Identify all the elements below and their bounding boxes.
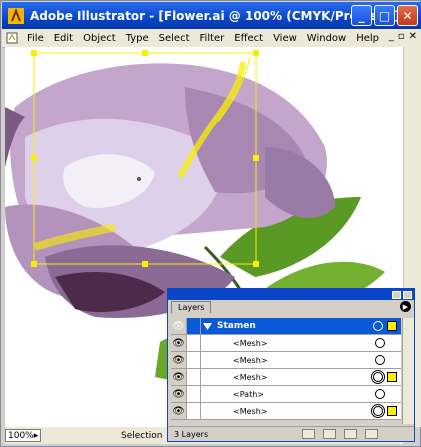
doc-minimize-button[interactable]: _ [389,31,394,42]
resize-handle[interactable] [253,155,259,161]
selection-indicator [387,406,397,416]
eye-icon[interactable]: 👁 [171,403,187,419]
menu-effect[interactable]: Effect [229,33,268,44]
status-bar: 100% ▸ Selection [2,427,162,444]
resize-handle[interactable] [31,155,37,161]
layer-name: <Mesh> [233,406,268,416]
layer-row[interactable]: 👁 <Mesh> [171,403,401,420]
zoom-field[interactable]: 100% ▸ [5,429,41,442]
new-sublayer-button[interactable] [323,429,336,439]
menu-file[interactable]: File [22,33,49,44]
menu-type[interactable]: Type [121,33,154,44]
eye-icon[interactable]: 👁 [171,318,187,334]
menu-select[interactable]: Select [154,33,195,44]
doc-close-button[interactable]: ✕ [409,31,417,42]
title-bar[interactable]: Adobe Illustrator - [Flower.ai @ 100% (C… [2,2,421,29]
lock-toggle[interactable] [187,403,201,419]
illustrator-app-icon [8,7,24,24]
layer-row[interactable]: 👁 <Mesh> [171,352,401,369]
trash-icon[interactable] [365,429,378,439]
target-icon[interactable] [375,338,385,348]
new-layer-button[interactable] [344,429,357,439]
panel-menu-icon[interactable]: ▶ [400,301,411,312]
target-icon[interactable] [375,389,385,399]
layer-name: <Mesh> [233,372,268,382]
layer-count: 3 Layers [174,429,209,439]
layer-row-stamen[interactable]: 👁 Stamen [171,318,401,335]
make-clipping-mask-button[interactable] [302,429,315,439]
selection-indicator [387,372,397,382]
menu-object[interactable]: Object [78,33,121,44]
layer-name: <Mesh> [233,338,268,348]
zoom-value: 100% [8,430,34,441]
panel-footer: 3 Layers [168,426,414,441]
app-window: Adobe Illustrator - [Flower.ai @ 100% (C… [0,0,421,447]
target-icon[interactable] [373,321,383,331]
window-title: Adobe Illustrator - [Flower.ai @ 100% (C… [30,8,400,23]
resize-handle[interactable] [253,50,259,56]
layers-panel: Layers ▶ 👁 Stamen 👁 <Mesh> 👁 <Mesh> 👁 <M… [167,288,415,442]
eye-icon[interactable]: 👁 [171,352,187,368]
close-button[interactable]: ✕ [397,5,418,26]
eye-icon[interactable]: 👁 [171,335,187,351]
doc-restore-button[interactable]: ▫ [398,31,405,42]
panel-minimize-button[interactable] [392,290,401,299]
minimize-button[interactable]: _ [351,5,372,26]
layer-name: Stamen [217,321,256,331]
resize-handle[interactable] [253,261,259,267]
lock-toggle[interactable] [187,386,201,402]
chevron-down-icon[interactable]: ▸ [34,431,39,441]
layers-list: 👁 Stamen 👁 <Mesh> 👁 <Mesh> 👁 <Mesh> 👁 <P… [171,318,401,420]
lock-toggle[interactable] [187,318,201,334]
target-icon[interactable] [375,355,385,365]
panel-scrollbar[interactable] [402,318,414,424]
layer-name: <Path> [233,389,264,399]
lock-toggle[interactable] [187,352,201,368]
layer-row[interactable]: 👁 <Mesh> [171,369,401,386]
tab-layers[interactable]: Layers [171,301,212,313]
menu-bar: File Edit Object Type Select Filter Effe… [2,29,421,48]
target-icon[interactable] [373,372,383,382]
lock-toggle[interactable] [187,335,201,351]
disclosure-triangle-icon[interactable] [201,322,213,330]
resize-handle[interactable] [31,261,37,267]
document-icon[interactable] [6,32,18,44]
menu-filter[interactable]: Filter [195,33,230,44]
maximize-button[interactable]: □ [374,5,395,26]
layer-row[interactable]: 👁 <Mesh> [171,335,401,352]
menu-edit[interactable]: Edit [49,33,78,44]
lock-toggle[interactable] [187,369,201,385]
eye-icon[interactable]: 👁 [171,369,187,385]
eye-icon[interactable]: 👁 [171,386,187,402]
layer-color-swatch [387,321,397,331]
panel-title-bar[interactable] [168,289,414,300]
menu-view[interactable]: View [268,33,302,44]
resize-handle[interactable] [142,261,148,267]
current-tool-label[interactable]: Selection [121,431,162,441]
menu-window[interactable]: Window [302,33,351,44]
target-icon[interactable] [373,406,383,416]
layer-row[interactable]: 👁 <Path> [171,386,401,403]
menu-help[interactable]: Help [351,33,384,44]
layer-name: <Mesh> [233,355,268,365]
resize-handle[interactable] [142,50,148,56]
resize-handle[interactable] [31,50,37,56]
panel-close-button[interactable] [403,290,412,299]
